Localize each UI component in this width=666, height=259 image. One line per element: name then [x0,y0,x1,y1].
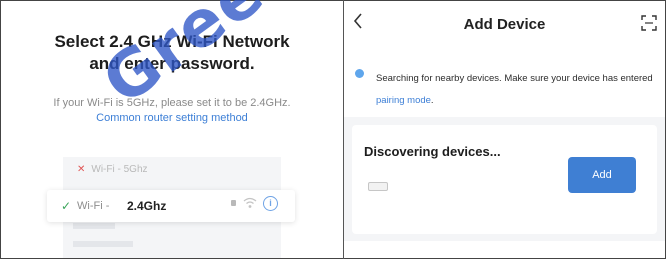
wifi-row-5ghz[interactable]: ✕ Wi-Fi - 5Ghz [77,164,148,175]
wifi-ssid: 2.4Ghz [127,199,167,213]
wifi-select-panel: Select 2.4 GHz Wi-Fi Network and enter p… [1,1,343,258]
page-title: Add Device [463,16,546,33]
router-setting-link[interactable]: Common router setting method [1,112,343,124]
add-device-panel: Add Device Searching for nearby devices.… [344,1,665,258]
search-notice: Searching for nearby devices. Make sure … [344,51,665,117]
page-title-line1: Select 2.4 GHz Wi-Fi Network [54,32,290,51]
add-button[interactable]: Add [568,157,636,193]
wifi-row-2-4ghz[interactable]: ✓ Wi-Fi - 2.4Ghz i [47,190,295,222]
page-title-line2: and enter password. [89,54,255,73]
x-mark-icon: ✕ [77,164,86,175]
info-icon[interactable]: i [263,196,278,211]
discovering-title: Discovering devices... [364,144,501,159]
wifi-row-placeholder [73,241,273,251]
check-icon: ✓ [61,199,72,213]
wifi-row-placeholder [73,223,273,233]
info-dot-icon [355,69,364,78]
wifi-hint-text: If your Wi-Fi is 5GHz, please set it to … [53,97,291,109]
top-bar: Add Device [344,1,665,51]
wifi-signal-icon [243,197,257,208]
wifi-prefix: Wi-Fi - [77,200,110,212]
discovering-card: Discovering devices... Add [352,125,657,234]
device-icon [368,182,388,191]
next-section [344,241,665,258]
pairing-mode-link[interactable]: pairing mode [376,95,431,106]
lock-icon [231,200,236,206]
notice-text: Searching for nearby devices. Make sure … [376,73,653,106]
scan-icon[interactable] [641,15,657,31]
wifi-5ghz-label: Wi-Fi - 5Ghz [91,164,148,175]
